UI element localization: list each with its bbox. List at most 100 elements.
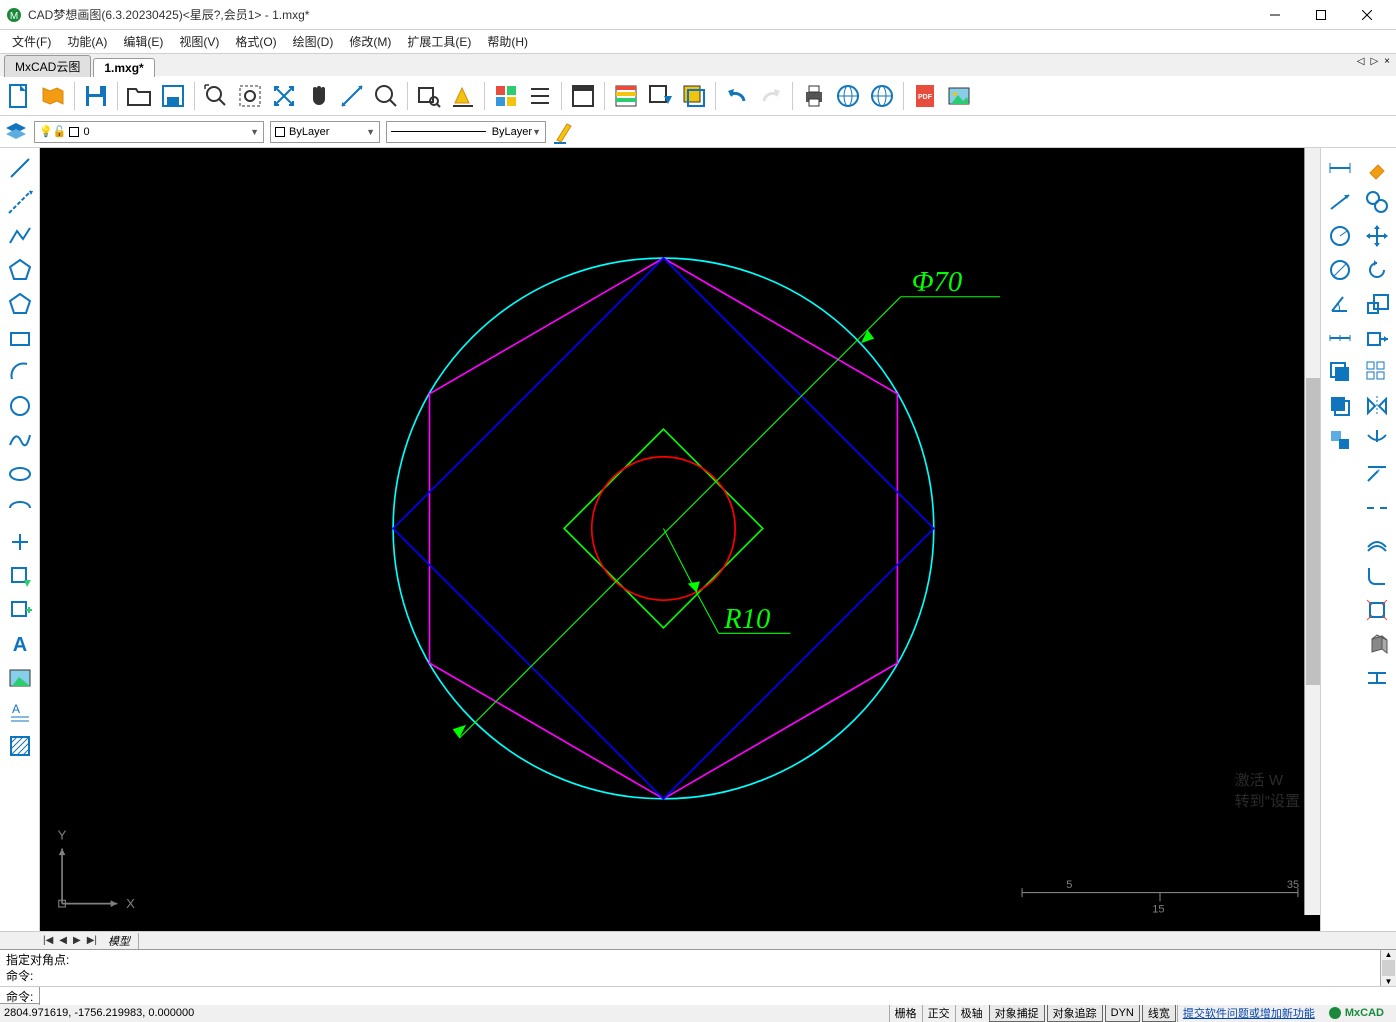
open-map-button[interactable] (38, 81, 68, 111)
hatch-tool[interactable] (4, 730, 36, 762)
rectangle-tool[interactable] (4, 322, 36, 354)
send-back-tool[interactable] (1324, 390, 1356, 422)
tab-cloud[interactable]: MxCAD云图 (4, 55, 91, 77)
feedback-link[interactable]: 提交软件问题或增加新功能 (1177, 1004, 1320, 1022)
circle-tool[interactable] (4, 390, 36, 422)
arc-tool[interactable] (4, 356, 36, 388)
minimize-button[interactable] (1252, 0, 1298, 30)
extend-tool[interactable] (1361, 458, 1393, 490)
dim-aligned-tool[interactable] (1324, 186, 1356, 218)
pan-button[interactable] (303, 81, 333, 111)
break-tool[interactable] (1361, 492, 1393, 524)
join-tool[interactable] (1361, 662, 1393, 694)
line-tool[interactable] (4, 152, 36, 184)
zoom-extents-button[interactable] (269, 81, 299, 111)
save-button[interactable] (81, 81, 111, 111)
redo-button[interactable] (756, 81, 786, 111)
menu-view[interactable]: 视图(V) (171, 31, 227, 52)
polygon2-tool[interactable] (4, 288, 36, 320)
dim-continue-tool[interactable] (1324, 322, 1356, 354)
properties-button[interactable] (611, 81, 641, 111)
group-tool[interactable] (1324, 424, 1356, 456)
save-as-button[interactable] (158, 81, 188, 111)
model-tab-first-icon[interactable]: |◀ (40, 935, 56, 946)
find-button[interactable] (414, 81, 444, 111)
explode-tool[interactable] (1361, 594, 1393, 626)
ellipse-arc-tool[interactable] (4, 492, 36, 524)
model-tab-prev-icon[interactable]: ◀ (56, 935, 70, 946)
menu-format[interactable]: 格式(O) (227, 31, 284, 52)
command-input[interactable] (39, 987, 1396, 1005)
copy-tool[interactable] (1361, 186, 1393, 218)
array-tool[interactable] (1361, 356, 1393, 388)
menu-edit[interactable]: 编辑(E) (115, 31, 171, 52)
list-button[interactable] (525, 81, 555, 111)
tab-nav-right-icon[interactable]: ▷ (1368, 56, 1380, 67)
spline-tool[interactable] (4, 424, 36, 456)
scale-tool[interactable] (1361, 288, 1393, 320)
osnap-toggle[interactable]: 对象捕捉 (989, 1004, 1045, 1022)
zoom-region-button[interactable] (235, 81, 265, 111)
image-button[interactable] (944, 81, 974, 111)
export-button[interactable] (645, 81, 675, 111)
highlight-button[interactable] (448, 81, 478, 111)
ellipse-tool[interactable] (4, 458, 36, 490)
layer-selector[interactable]: 💡🔓 0 ▼ (34, 121, 264, 143)
offset-tool[interactable] (1361, 526, 1393, 558)
palette-button[interactable] (491, 81, 521, 111)
dim-angular-tool[interactable] (1324, 288, 1356, 320)
menu-file[interactable]: 文件(F) (4, 31, 59, 52)
dim-diameter-tool[interactable] (1324, 254, 1356, 286)
bring-front-tool[interactable] (1324, 356, 1356, 388)
zoom-window-button[interactable] (201, 81, 231, 111)
image-insert-tool[interactable] (4, 662, 36, 694)
tab-current-file[interactable]: 1.mxg* (93, 58, 154, 77)
xline-tool[interactable] (4, 186, 36, 218)
block-create-tool[interactable] (4, 594, 36, 626)
block-insert-tool[interactable] (4, 560, 36, 592)
close-button[interactable] (1344, 0, 1390, 30)
rotate-tool[interactable] (1361, 254, 1393, 286)
lwt-toggle[interactable]: 线宽 (1142, 1004, 1176, 1022)
zoom-button[interactable] (371, 81, 401, 111)
mtext-tool[interactable]: A (4, 696, 36, 728)
batch-button[interactable] (679, 81, 709, 111)
pdf-button[interactable]: PDF (910, 81, 940, 111)
polyline-tool[interactable] (4, 220, 36, 252)
new-file-button[interactable] (4, 81, 34, 111)
menu-help[interactable]: 帮助(H) (479, 31, 536, 52)
menu-extend[interactable]: 扩展工具(E) (399, 31, 479, 52)
menu-function[interactable]: 功能(A) (59, 31, 115, 52)
window-button[interactable] (568, 81, 598, 111)
menu-modify[interactable]: 修改(M) (341, 31, 399, 52)
fillet-tool[interactable] (1361, 560, 1393, 592)
model-tab-next-icon[interactable]: ▶ (70, 935, 84, 946)
brand-label[interactable]: MxCAD (1320, 1006, 1392, 1020)
vertical-scrollbar[interactable] (1304, 148, 1320, 915)
measure-button[interactable] (337, 81, 367, 111)
web-button[interactable] (833, 81, 863, 111)
3d-tool[interactable] (1361, 628, 1393, 660)
tab-close-icon[interactable]: × (1382, 56, 1392, 67)
menu-draw[interactable]: 绘图(D) (285, 31, 342, 52)
maximize-button[interactable] (1298, 0, 1344, 30)
polar-toggle[interactable]: 极轴 (955, 1004, 988, 1022)
layer-manager-button[interactable] (4, 120, 28, 144)
color-selector[interactable]: ByLayer ▼ (270, 121, 380, 143)
polygon-tool[interactable] (4, 254, 36, 286)
model-tab[interactable]: 模型 (100, 933, 139, 949)
lineweight-button[interactable] (552, 120, 576, 144)
command-scrollbar[interactable]: ▲ ▼ (1380, 950, 1396, 986)
model-tab-last-icon[interactable]: ▶| (84, 935, 100, 946)
linetype-selector[interactable]: ByLayer ▼ (386, 121, 546, 143)
dim-linear-tool[interactable] (1324, 152, 1356, 184)
ortho-toggle[interactable]: 正交 (922, 1004, 955, 1022)
dyn-toggle[interactable]: DYN (1105, 1004, 1140, 1022)
stretch-tool[interactable] (1361, 322, 1393, 354)
grid-toggle[interactable]: 栅格 (889, 1004, 922, 1022)
tab-nav-left-icon[interactable]: ◁ (1355, 56, 1367, 67)
erase-tool[interactable] (1361, 152, 1393, 184)
undo-button[interactable] (722, 81, 752, 111)
text-tool[interactable]: A (4, 628, 36, 660)
trim-tool[interactable] (1361, 424, 1393, 456)
